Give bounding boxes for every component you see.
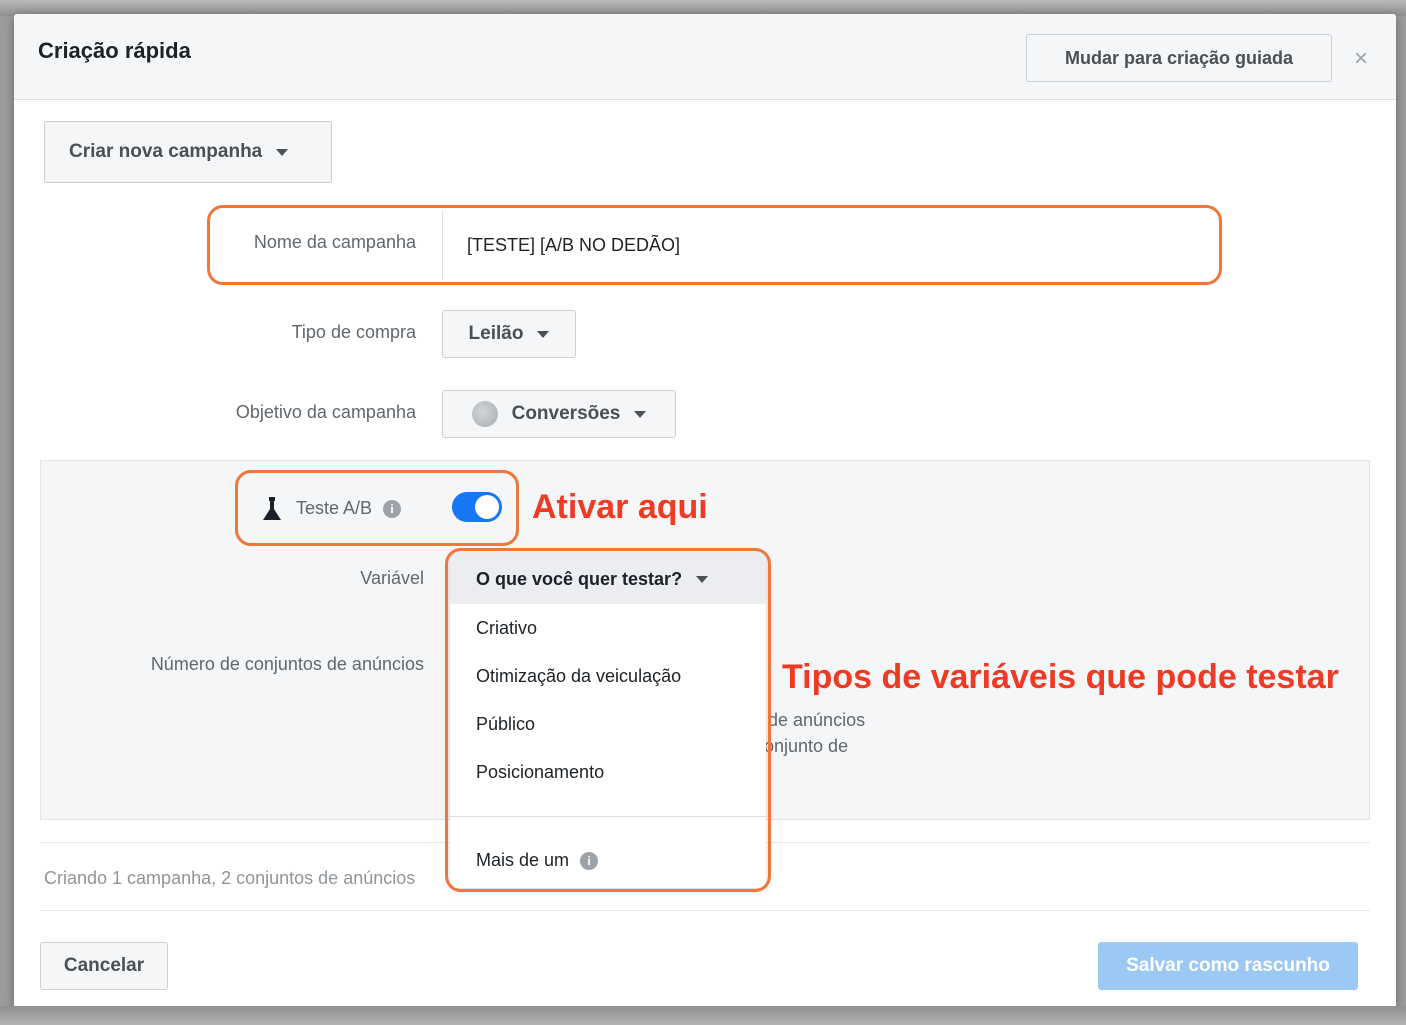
- modal-title: Criação rápida: [38, 38, 191, 63]
- quick-creation-modal: Criação rápida Mudar para criação guiada…: [14, 14, 1396, 1008]
- ab-test-toggle[interactable]: [452, 492, 502, 522]
- info-icon[interactable]: i: [383, 500, 402, 519]
- save-draft-button[interactable]: Salvar como rascunho: [1098, 942, 1358, 990]
- variable-option-placement[interactable]: Posicionamento: [476, 762, 604, 783]
- variable-dropdown[interactable]: O que você quer testar?: [450, 554, 766, 604]
- ab-test-text: Teste A/B: [296, 498, 373, 518]
- purchase-type-dropdown[interactable]: Leilão: [442, 310, 576, 358]
- campaign-name-input[interactable]: [442, 210, 1220, 280]
- creation-summary: Criando 1 campanha, 2 conjuntos de anúnc…: [44, 868, 416, 888]
- close-icon[interactable]: ×: [1348, 46, 1374, 72]
- globe-icon: [471, 401, 498, 427]
- variable-option-multiple-label: Mais de um: [476, 850, 570, 870]
- annotation-variable-types: Tipos de variáveis que pode testar: [782, 658, 1339, 696]
- info-icon: i: [580, 852, 599, 871]
- caret-down-icon: [696, 575, 709, 583]
- partially-hidden-text: onjunto de: [764, 736, 849, 756]
- flask-icon: [263, 497, 281, 520]
- purchase-type-label: Tipo de compra: [291, 322, 416, 342]
- variable-dropdown-menu: O que você quer testar? Criativo Otimiza…: [450, 554, 766, 888]
- ad-sets-count-label: Número de conjuntos de anúncios: [150, 654, 424, 674]
- caret-down-icon: [634, 410, 647, 418]
- menu-separator: [450, 816, 766, 817]
- variable-option-multiple[interactable]: Mais de um i: [476, 850, 599, 871]
- variable-option-audience[interactable]: Público: [476, 714, 535, 735]
- variable-label: Variável: [360, 568, 424, 588]
- switch-to-guided-button[interactable]: Mudar para criação guiada: [1026, 34, 1332, 82]
- modal-header: Criação rápida Mudar para criação guiada…: [14, 14, 1396, 100]
- variable-option-creative[interactable]: Criativo: [476, 618, 537, 639]
- campaign-objective-value: Conversões: [511, 403, 621, 424]
- variable-option-delivery-optimization[interactable]: Otimização da veiculação: [476, 666, 681, 687]
- caret-down-icon: [537, 330, 550, 338]
- variable-dropdown-placeholder: O que você quer testar?: [476, 568, 683, 589]
- create-campaign-label: Criar nova campanha: [69, 141, 263, 162]
- cancel-button[interactable]: Cancelar: [40, 942, 168, 990]
- page-backdrop-bottom: [0, 1006, 1406, 1025]
- annotation-activate-here: Ativar aqui: [532, 488, 708, 526]
- create-campaign-dropdown[interactable]: Criar nova campanha: [44, 121, 332, 183]
- caret-down-icon: [276, 148, 289, 156]
- ab-test-label: Teste A/B i: [296, 498, 402, 519]
- campaign-objective-label: Objetivo da campanha: [235, 402, 416, 422]
- purchase-type-value: Leilão: [468, 323, 524, 344]
- campaign-name-label: Nome da campanha: [253, 232, 416, 252]
- toggle-knob: [475, 495, 499, 519]
- partially-hidden-text: de anúncios: [768, 710, 866, 730]
- campaign-objective-dropdown[interactable]: Conversões: [442, 390, 676, 438]
- footer-divider: [40, 910, 1370, 911]
